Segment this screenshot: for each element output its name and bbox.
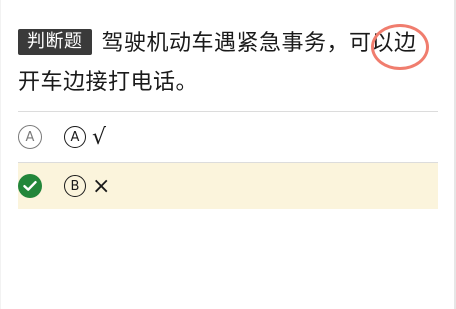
option-a[interactable]: A A √ — [18, 114, 438, 160]
option-a-content: A √ — [64, 125, 106, 150]
option-b-content: B × — [64, 174, 110, 199]
option-b-letter: B — [64, 175, 86, 197]
circled-a-icon: A — [18, 125, 42, 149]
left-edge — [0, 0, 1, 309]
option-b[interactable]: B × — [18, 163, 438, 209]
divider — [18, 111, 438, 112]
question-type-badge: 判断题 — [18, 29, 92, 55]
option-a-letter: A — [64, 126, 86, 148]
check-circle-icon — [18, 174, 42, 198]
question-block: 判断题 驾驶机动车遇紧急事务，可以边开车边接打电话。 — [18, 24, 438, 102]
option-b-answer: × — [92, 173, 111, 199]
option-a-answer: √ — [92, 124, 107, 150]
